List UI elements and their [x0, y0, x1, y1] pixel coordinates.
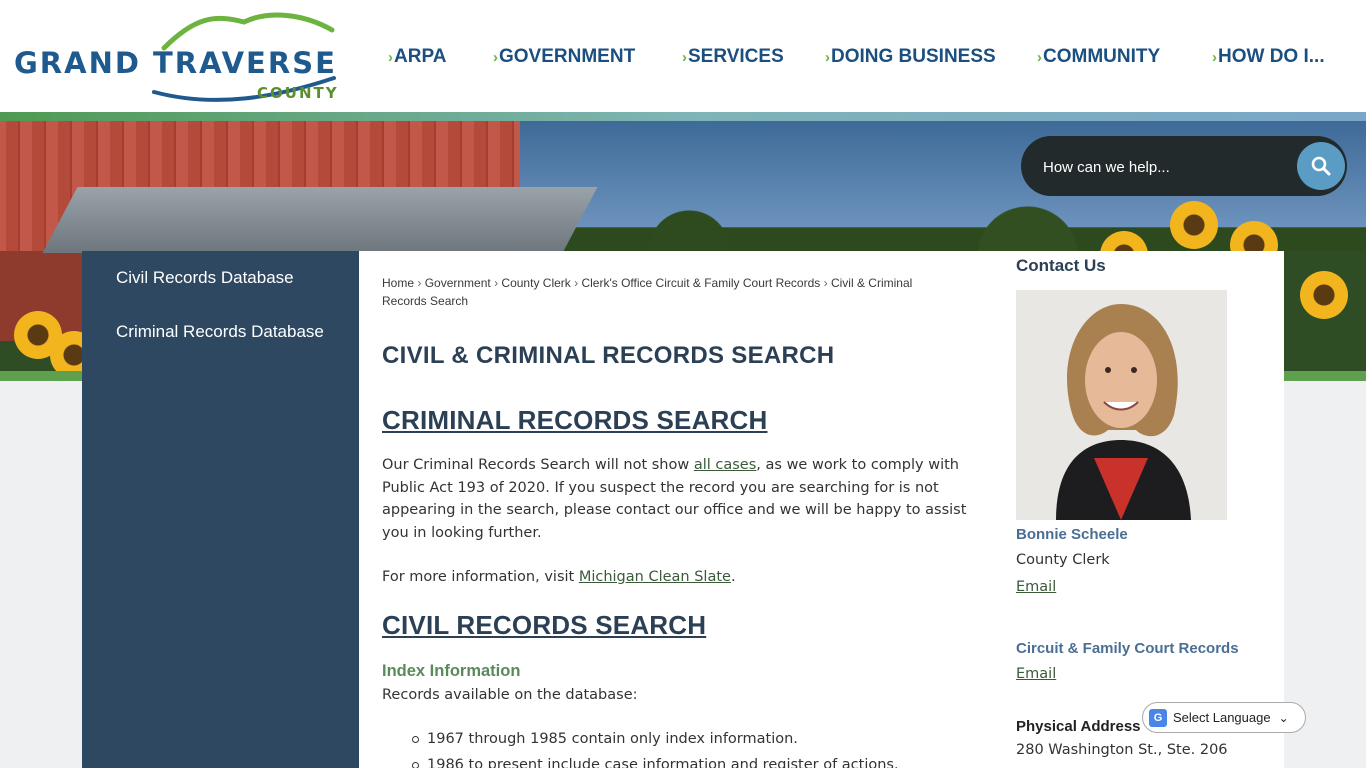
more-info-paragraph: For more information, visit Michigan Cle…: [382, 566, 992, 589]
para-text: .: [730, 569, 736, 585]
breadcrumb-government[interactable]: Government: [425, 276, 491, 290]
chevron-right-icon: ›: [1212, 48, 1217, 66]
sidebar-item-civil-records-database[interactable]: Civil Records Database: [116, 265, 336, 290]
page-title: CIVIL & CRIMINAL RECORDS SEARCH: [382, 342, 835, 369]
select-language-dropdown[interactable]: G Select Language ⌄: [1142, 702, 1306, 733]
breadcrumb-separator: ›: [417, 276, 422, 290]
para-text: For more information, visit: [382, 569, 579, 585]
nav-label: SERVICES: [688, 46, 784, 67]
contact-email-link[interactable]: Email: [1016, 579, 1056, 595]
contact-person-title: County Clerk: [1016, 552, 1110, 568]
portrait-image: [1016, 290, 1227, 520]
breadcrumb-separator: ›: [574, 276, 579, 290]
index-information-heading: Index Information: [382, 662, 521, 680]
para-text: Our Criminal Records Search will not sho…: [382, 457, 694, 473]
chevron-right-icon: ›: [1037, 48, 1042, 66]
records-available-text: Records available on the database:: [382, 687, 638, 703]
michigan-clean-slate-link[interactable]: Michigan Clean Slate: [579, 569, 731, 585]
sidebar-nav: Civil Records Database Criminal Records …: [82, 251, 359, 768]
search-icon: [1311, 156, 1331, 176]
clerk-photo: [1016, 290, 1227, 520]
county-logo[interactable]: GRAND TRAVERSE COUNTY: [14, 12, 344, 104]
physical-address-line: 280 Washington St., Ste. 206: [1016, 742, 1228, 758]
main-nav: › ARPA › GOVERNMENT › SERVICES › DOING BUSIN…: [388, 44, 1348, 70]
physical-address-label: Physical Address: [1016, 718, 1141, 735]
nav-label: ARPA: [394, 46, 447, 67]
chevron-right-icon: ›: [388, 48, 393, 66]
site-header: GRAND TRAVERSE COUNTY › ARPA › GOVERNMENT …: [0, 0, 1366, 112]
nav-community[interactable]: › COMMUNITY: [1037, 44, 1160, 70]
nav-label: HOW DO I...: [1218, 46, 1325, 67]
breadcrumb-home[interactable]: Home: [382, 276, 414, 290]
breadcrumb: Home › Government › County Clerk › Clerk…: [382, 274, 942, 310]
list-item: 1967 through 1985 contain only index inf…: [412, 726, 899, 752]
breadcrumb-separator: ›: [823, 276, 828, 290]
logo-line2: COUNTY: [257, 84, 339, 102]
records-list: 1967 through 1985 contain only index inf…: [412, 726, 899, 768]
nav-government[interactable]: › GOVERNMENT: [493, 44, 635, 70]
nav-label: GOVERNMENT: [499, 46, 636, 67]
contact-department-name[interactable]: Circuit & Family Court Records: [1016, 640, 1239, 657]
contact-us-heading: Contact Us: [1016, 256, 1106, 275]
nav-label: DOING BUSINESS: [831, 46, 996, 67]
chevron-down-icon: ⌄: [1278, 710, 1289, 725]
chevron-right-icon: ›: [682, 48, 687, 66]
search-input[interactable]: [1043, 156, 1293, 178]
breadcrumb-court-records[interactable]: Clerk's Office Circuit & Family Court Re…: [581, 276, 820, 290]
logo-line1: GRAND TRAVERSE: [14, 46, 337, 80]
list-item: 1986 to present include case information…: [412, 752, 899, 768]
civil-records-heading[interactable]: CIVIL RECORDS SEARCH: [382, 610, 706, 641]
nav-services[interactable]: › SERVICES: [682, 44, 784, 70]
google-translate-icon: G: [1149, 708, 1167, 727]
chevron-right-icon: ›: [825, 48, 830, 66]
all-cases-link[interactable]: all cases: [694, 457, 756, 473]
sidebar-item-criminal-records-database[interactable]: Criminal Records Database: [116, 319, 336, 344]
criminal-records-paragraph: Our Criminal Records Search will not sho…: [382, 454, 992, 545]
select-language-label: Select Language: [1173, 710, 1271, 725]
breadcrumb-separator: ›: [494, 276, 499, 290]
contact-person-name[interactable]: Bonnie Scheele: [1016, 526, 1128, 543]
chevron-right-icon: ›: [493, 48, 498, 66]
nav-label: COMMUNITY: [1043, 46, 1161, 67]
search-button[interactable]: [1297, 142, 1345, 190]
department-email-link[interactable]: Email: [1016, 666, 1056, 682]
breadcrumb-county-clerk[interactable]: County Clerk: [501, 276, 570, 290]
nav-how-do-i[interactable]: › HOW DO I...: [1212, 44, 1325, 70]
sunflower-icon: [1300, 271, 1348, 319]
nav-doing-business[interactable]: › DOING BUSINESS: [825, 44, 996, 70]
criminal-records-heading[interactable]: CRIMINAL RECORDS SEARCH: [382, 405, 767, 436]
site-search: [1021, 136, 1347, 196]
hero-barn-roof: [42, 187, 598, 253]
sunflower-icon: [1170, 201, 1218, 249]
nav-arpa[interactable]: › ARPA: [388, 44, 446, 70]
header-stripe: [0, 112, 1366, 121]
